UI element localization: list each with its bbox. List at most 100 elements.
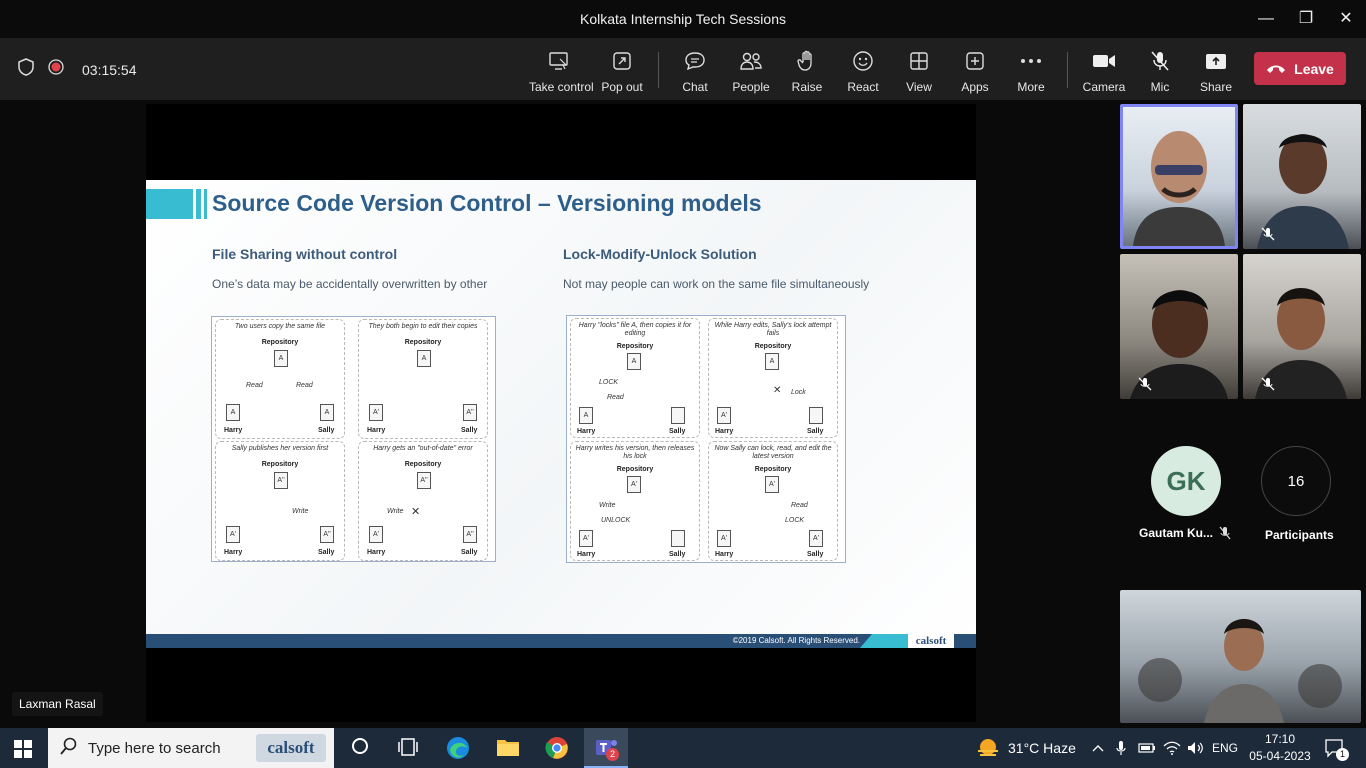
file-icon: A' <box>717 530 731 547</box>
chat-label: Chat <box>682 80 708 94</box>
self-video-tile[interactable] <box>1120 590 1361 723</box>
people-button[interactable]: People <box>721 48 781 94</box>
view-button[interactable]: View <box>889 48 949 94</box>
repository-label: Repository <box>754 466 792 473</box>
react-button[interactable]: React <box>833 48 893 94</box>
phone-hangup-icon <box>1266 61 1286 77</box>
cortana-icon[interactable] <box>350 736 374 760</box>
arrow-label: Lock <box>791 389 806 396</box>
teams-taskbar-button[interactable]: 2 <box>584 728 628 768</box>
system-clock[interactable]: 17:10 05-04-2023 <box>1248 731 1312 765</box>
recording-icon <box>48 59 64 80</box>
file-icon <box>671 530 685 547</box>
user-label: Sally <box>461 427 478 434</box>
repository-label: Repository <box>616 343 654 350</box>
apps-button[interactable]: Apps <box>945 48 1005 94</box>
mic-off-icon <box>1219 526 1231 545</box>
file-icon: A' <box>369 526 383 543</box>
left-heading: File Sharing without control <box>212 246 398 262</box>
user-label: Sally <box>669 428 686 435</box>
participants-count-badge[interactable]: 16 <box>1261 446 1331 516</box>
more-button[interactable]: More <box>1001 48 1061 94</box>
user-label: Harry <box>715 428 734 435</box>
x-mark-icon: ✕ <box>411 506 421 518</box>
camera-label: Camera <box>1082 80 1126 94</box>
locked-file-icon: A' <box>765 476 779 493</box>
camera-button[interactable]: Camera <box>1074 48 1134 94</box>
diagram-cell: Harry "locks" file A, then copies it for… <box>570 318 700 438</box>
video-tile-participant[interactable] <box>1243 254 1361 399</box>
file-explorer-icon[interactable] <box>496 736 520 760</box>
user-label: Harry <box>224 427 243 434</box>
grid-view-icon <box>889 48 949 74</box>
maximize-button[interactable]: ❐ <box>1294 8 1318 30</box>
user-label: Sally <box>318 549 335 556</box>
weather-text[interactable]: 31°C Haze <box>1008 728 1076 768</box>
slide-footer: ©2019 Calsoft. All Rights Reserved. cals… <box>146 632 976 648</box>
language-indicator[interactable]: ENG <box>1212 728 1238 768</box>
arrow-label: Write <box>599 502 616 509</box>
cell-caption: They both begin to edit their copies <box>368 323 478 330</box>
raise-hand-button[interactable]: Raise <box>777 48 837 94</box>
repository-label: Repository <box>261 461 299 468</box>
diagram-cell: Harry writes his version, then releases … <box>570 441 700 561</box>
cell-caption: Harry gets an "out-of-date" error <box>373 445 473 452</box>
leave-button[interactable]: Leave <box>1254 52 1346 85</box>
chevron-up-icon[interactable] <box>1092 728 1104 768</box>
participants-label: Participants <box>1265 528 1334 542</box>
cell-caption: Now Sally can lock, read, and edit the l… <box>714 445 832 460</box>
camera-icon <box>1074 48 1134 74</box>
file-icon <box>809 407 823 424</box>
file-icon: A'' <box>463 404 477 421</box>
repo-file-icon: A' <box>627 476 641 493</box>
task-view-icon[interactable] <box>397 736 421 760</box>
repository-label: Repository <box>616 466 654 473</box>
copyright-text: ©2019 Calsoft. All Rights Reserved. <box>732 636 860 645</box>
diagram-cell: While Harry edits, Sally's lock attempt … <box>708 318 838 438</box>
apps-label: Apps <box>961 80 989 94</box>
repository-label: Repository <box>754 343 792 350</box>
take-control-label: Take control <box>529 80 594 94</box>
participant-avatar[interactable]: GK <box>1151 446 1221 516</box>
mic-button[interactable]: Mic <box>1130 48 1190 94</box>
calsoft-logo: calsoft <box>908 632 954 648</box>
user-label: Harry <box>715 551 734 558</box>
battery-icon[interactable] <box>1138 728 1156 768</box>
diagram-cell: They both begin to edit their copies Rep… <box>358 319 488 439</box>
volume-icon[interactable] <box>1187 728 1205 768</box>
user-label: Sally <box>807 551 824 558</box>
file-sharing-diagram: Two users copy the same file Repository … <box>211 316 496 562</box>
chat-button[interactable]: Chat <box>665 48 725 94</box>
arrow-label: Read <box>791 502 808 509</box>
video-tile-presenter[interactable] <box>1120 104 1238 249</box>
locked-file-icon: A <box>765 353 779 370</box>
mic-off-icon <box>1130 48 1190 74</box>
video-tile-participant[interactable] <box>1243 104 1361 249</box>
windows-start-icon[interactable] <box>14 740 32 763</box>
edge-browser-icon[interactable] <box>446 736 470 760</box>
more-dots-icon <box>1001 48 1061 74</box>
arrow-label: LOCK <box>785 517 805 524</box>
pop-out-button[interactable]: Pop out <box>592 48 652 94</box>
diagram-cell: Two users copy the same file Repository … <box>215 319 345 439</box>
user-label: Sally <box>807 428 824 435</box>
share-button[interactable]: Share <box>1186 48 1246 94</box>
file-icon: A'' <box>320 526 334 543</box>
share-label: Share <box>1199 80 1233 94</box>
wifi-icon[interactable] <box>1163 728 1181 768</box>
minimize-button[interactable]: — <box>1254 8 1278 30</box>
weather-icon[interactable] <box>976 737 1000 764</box>
video-tile-participant[interactable] <box>1120 254 1238 399</box>
people-label: People <box>732 80 770 94</box>
mic-off-icon <box>1261 227 1275 241</box>
repository-label: Repository <box>404 339 442 346</box>
file-icon: A <box>579 407 593 424</box>
take-control-button[interactable]: Take control <box>529 48 594 94</box>
user-label: Harry <box>577 551 596 558</box>
chrome-browser-icon[interactable] <box>545 736 569 760</box>
close-button[interactable]: ✕ <box>1334 8 1358 30</box>
taskbar-search-box[interactable]: Type here to search calsoft <box>48 728 334 768</box>
smiley-icon <box>833 48 893 74</box>
slide-title: Source Code Version Control – Versioning… <box>212 190 762 216</box>
microphone-tray-icon[interactable] <box>1116 728 1126 768</box>
